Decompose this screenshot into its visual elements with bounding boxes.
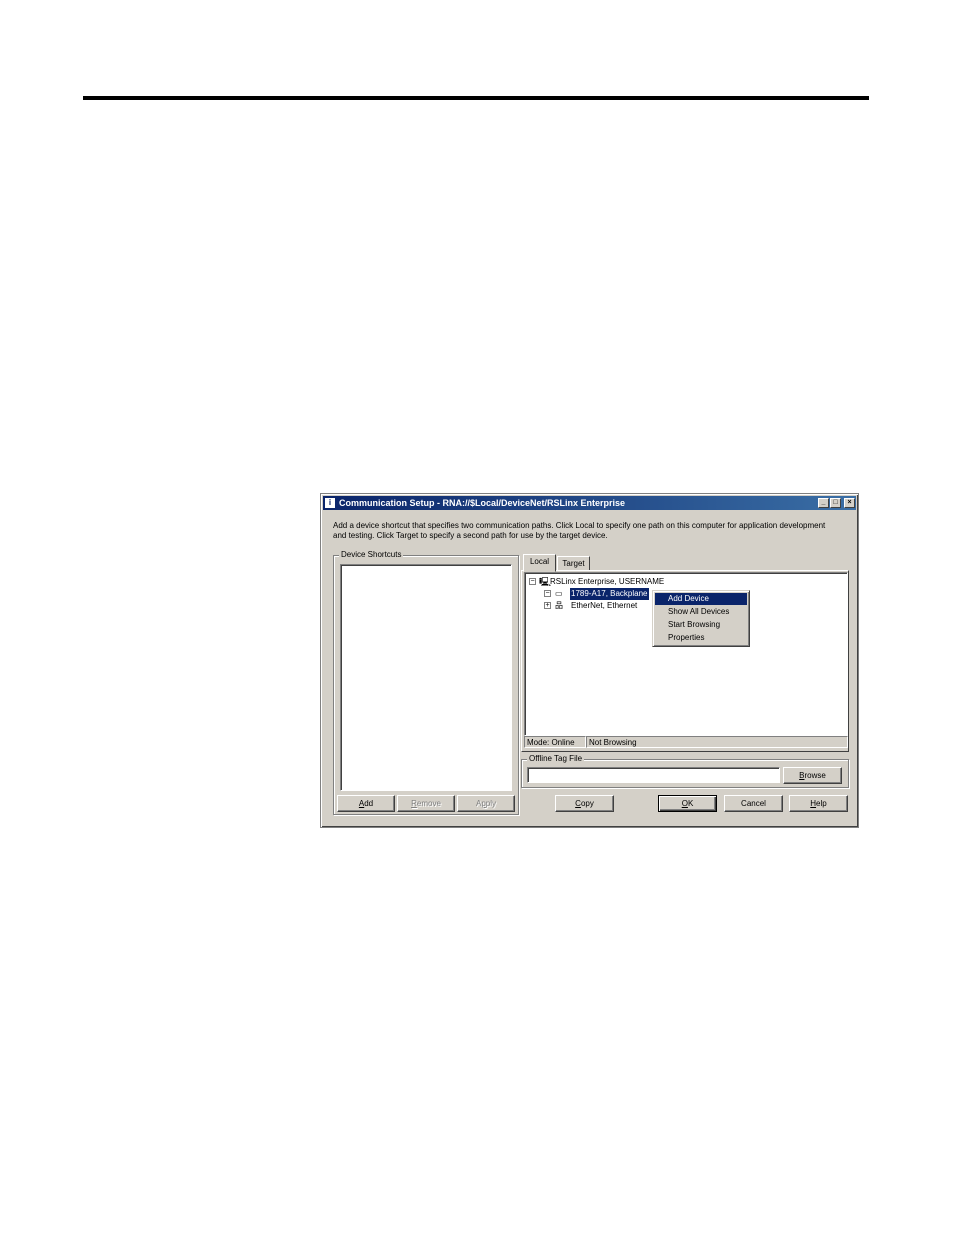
add-button[interactable]: Add <box>337 795 395 812</box>
collapse-icon[interactable]: − <box>544 590 551 597</box>
menu-item-properties[interactable]: Properties <box>655 632 747 644</box>
ok-button[interactable]: OK <box>658 795 717 812</box>
offline-tag-file-label: Offline Tag File <box>527 754 585 763</box>
device-shortcuts-list[interactable] <box>340 564 512 791</box>
page-header-rule <box>83 96 869 100</box>
network-icon: 品 <box>555 601 563 610</box>
remove-button: Remove <box>397 795 455 812</box>
context-menu: Add Device Show All Devices Start Browsi… <box>652 590 750 647</box>
tree-node-label: 1789-A17, Backplane <box>570 588 649 600</box>
window-title: Communication Setup - RNA://$Local/Devic… <box>339 498 626 508</box>
browse-button[interactable]: Browse <box>783 767 842 784</box>
menu-item-start-browsing[interactable]: Start Browsing <box>655 619 747 631</box>
menu-item-add-device[interactable]: Add Device <box>655 593 747 605</box>
tree-node-label: EtherNet, Ethernet <box>571 601 638 610</box>
minimize-button[interactable]: _ <box>818 498 829 508</box>
maximize-button[interactable]: □ <box>830 498 841 508</box>
tab-local[interactable]: Local <box>523 554 556 572</box>
copy-button[interactable]: Copy <box>555 795 614 812</box>
tree-node-label: RSLinx Enterprise, USERNAME <box>550 577 665 586</box>
backplane-icon: ▭ <box>555 589 563 598</box>
menu-item-show-all-devices[interactable]: Show All Devices <box>655 606 747 618</box>
close-button[interactable]: × <box>844 498 855 508</box>
collapse-icon[interactable]: − <box>529 578 536 585</box>
apply-button: Apply <box>457 795 515 812</box>
tab-target[interactable]: Target <box>557 556 590 571</box>
expand-icon[interactable]: + <box>544 602 551 609</box>
status-browsing: Not Browsing <box>586 736 848 748</box>
tree-node-root[interactable]: − 🖳 RSLinx Enterprise, USERNAME <box>529 576 829 588</box>
offline-tag-file-input[interactable] <box>527 767 780 783</box>
intro-text: Add a device shortcut that specifies two… <box>333 521 826 540</box>
title-bar[interactable]: i Communication Setup - RNA://$Local/Dev… <box>323 496 856 510</box>
status-mode: Mode: Online <box>524 736 586 748</box>
app-icon: i <box>325 498 335 508</box>
device-shortcuts-label: Device Shortcuts <box>339 550 404 559</box>
cancel-button[interactable]: Cancel <box>724 795 783 812</box>
help-button[interactable]: Help <box>789 795 848 812</box>
